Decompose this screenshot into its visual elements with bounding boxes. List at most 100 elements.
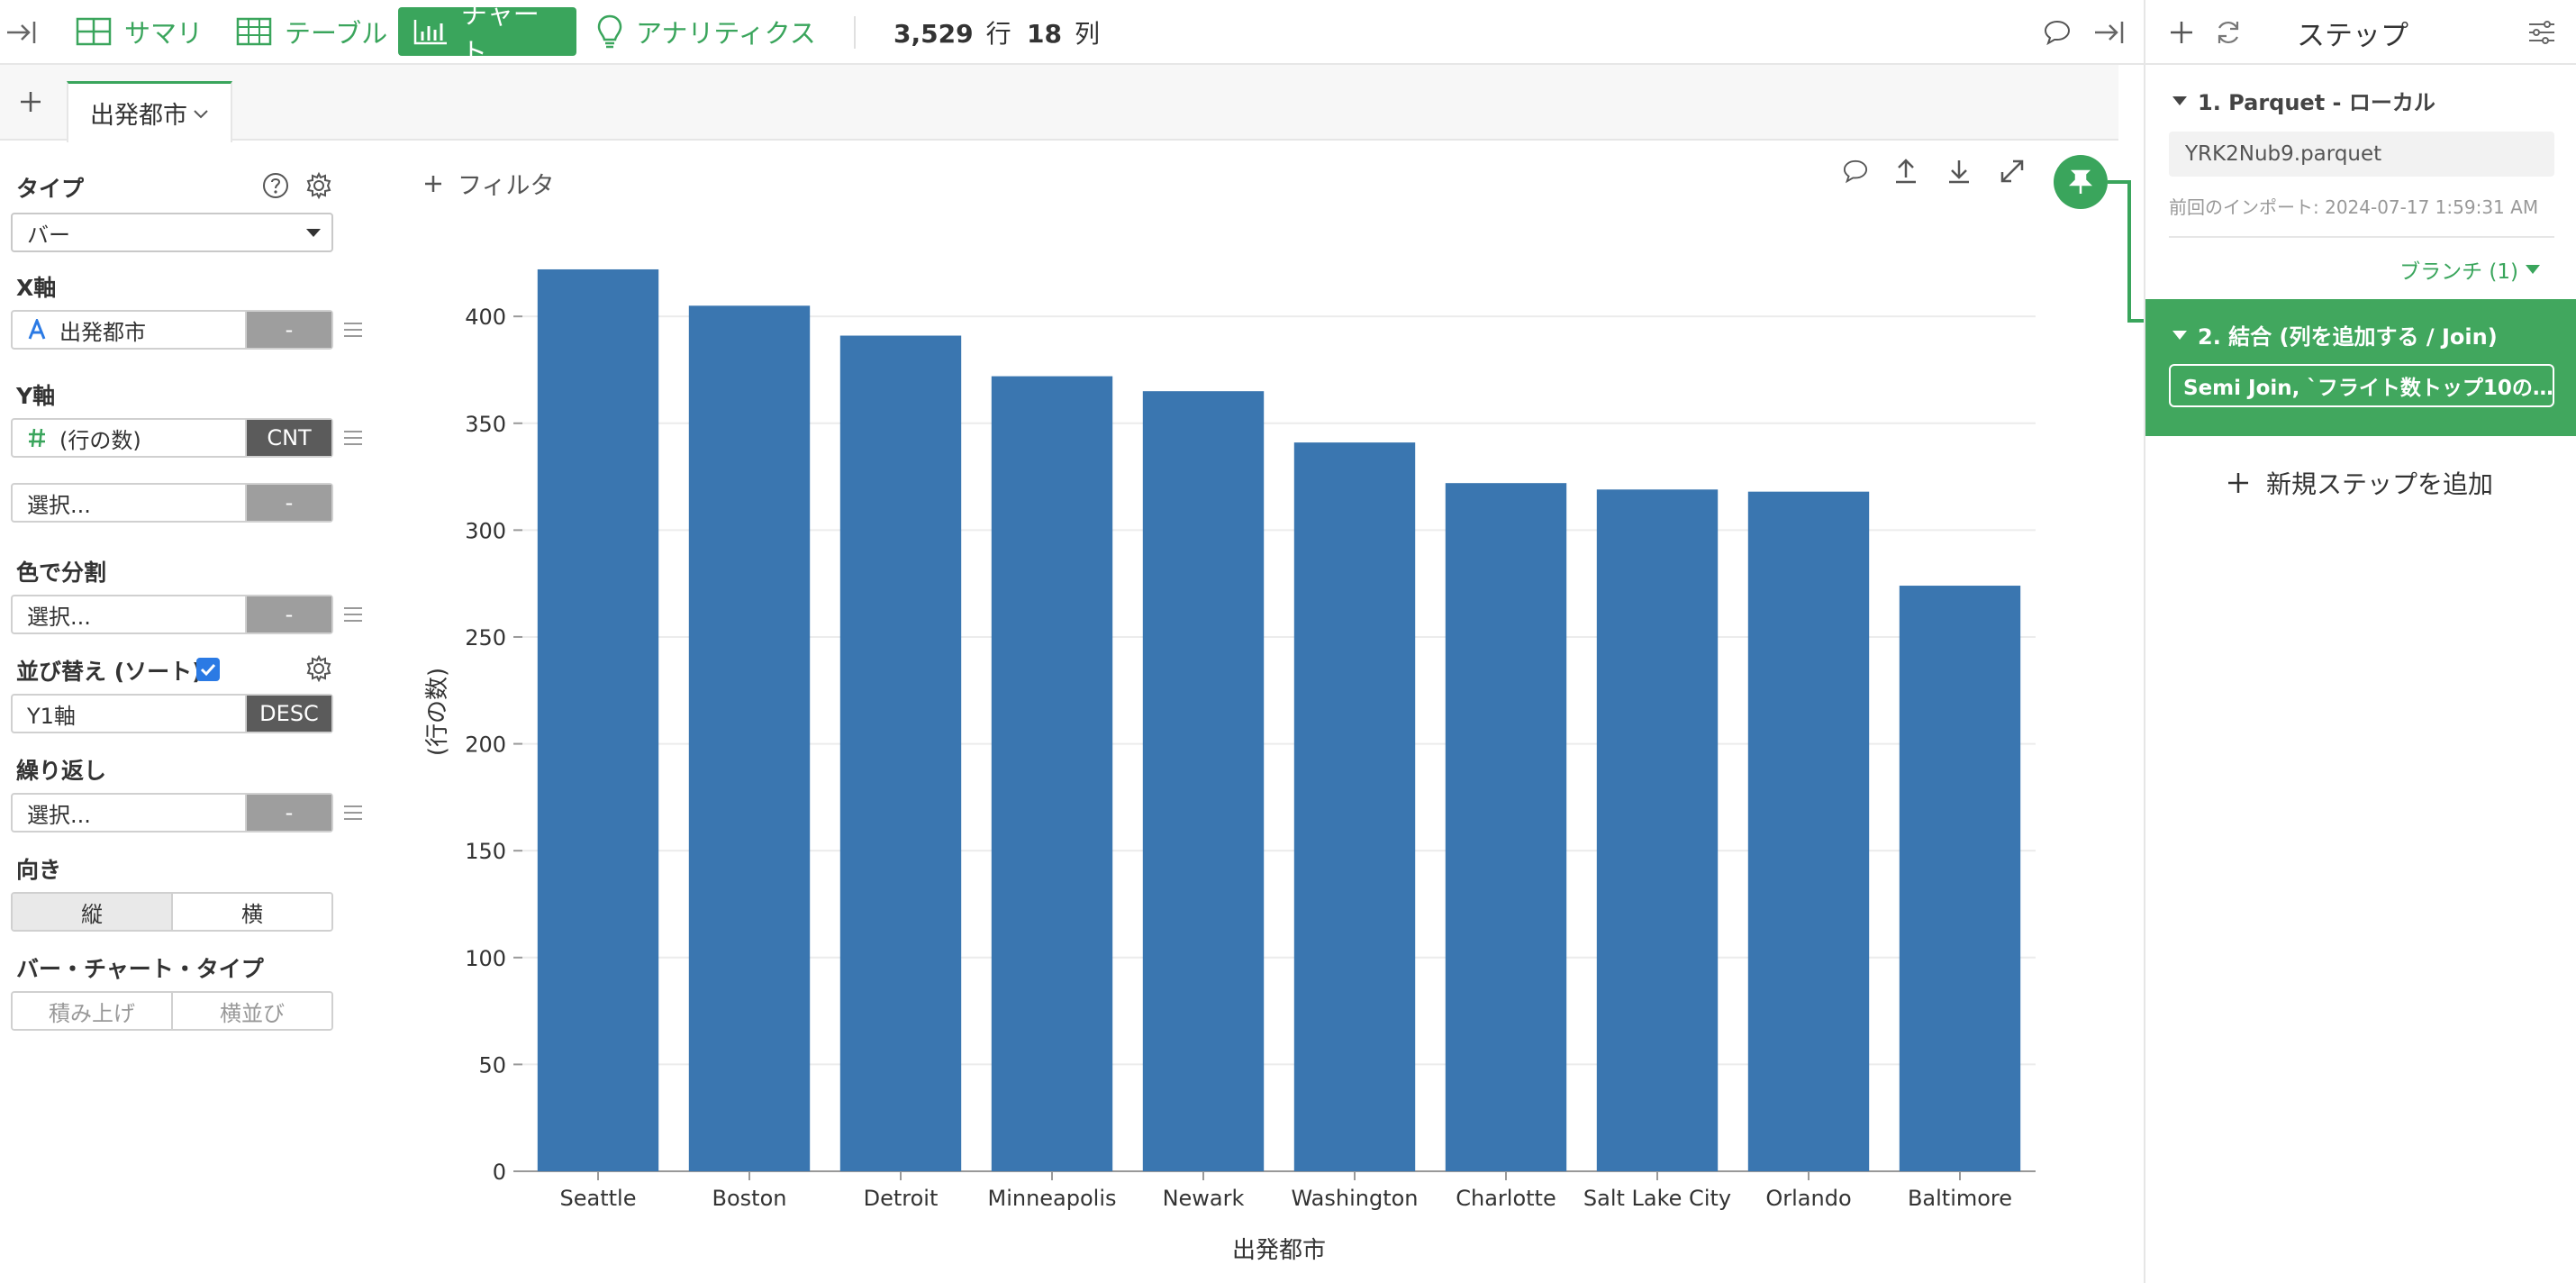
chart-tab-label: 出発都市 xyxy=(90,102,187,130)
tab-chart-label: チャート xyxy=(461,0,540,68)
tab-analytics-label: アナリティクス xyxy=(636,18,816,49)
help-icon[interactable] xyxy=(261,171,290,200)
step-1-header[interactable]: 1. Parquet - ローカル xyxy=(2172,85,2435,116)
download-icon[interactable] xyxy=(1941,153,1977,189)
add-new-step-label: 新規ステップを追加 xyxy=(2266,469,2494,499)
hamburger-icon[interactable] xyxy=(342,804,364,822)
table-icon xyxy=(236,17,272,46)
collapse-left-icon[interactable] xyxy=(4,14,40,50)
column-count: 18 列 xyxy=(1027,14,1100,50)
y-tick-label: 250 xyxy=(465,625,506,651)
hamburger-icon[interactable] xyxy=(342,429,364,447)
comment-icon[interactable] xyxy=(2037,13,2077,52)
x-axis-field[interactable]: 出発都市 - xyxy=(11,310,333,350)
pin-button[interactable] xyxy=(2054,155,2108,209)
x-tick-label: Newark xyxy=(1163,1186,1245,1211)
chart-tab-strip: 出発都市 xyxy=(0,65,2118,142)
x-tick-label: Orlando xyxy=(1765,1186,1851,1211)
tab-summary[interactable]: サマリ xyxy=(61,7,217,56)
branch-dropdown[interactable]: ブランチ (1) xyxy=(2399,254,2540,285)
orientation-toggle: 縦 横 xyxy=(11,892,333,932)
column-count-value: 18 xyxy=(1027,19,1062,49)
x-tick-label: Boston xyxy=(712,1186,787,1211)
bar xyxy=(1899,586,2021,1171)
step-connector xyxy=(2127,180,2131,323)
step-1-title: 1. Parquet - ローカル xyxy=(2198,90,2435,115)
sort-field[interactable]: Y1軸 DESC xyxy=(11,694,333,733)
chart-comment-icon[interactable] xyxy=(1837,153,1873,189)
x-axis-aggregation[interactable]: - xyxy=(245,312,331,348)
refresh-icon[interactable] xyxy=(2210,14,2246,50)
y-tick-label: 400 xyxy=(465,305,506,330)
tab-analytics[interactable]: アナリティクス xyxy=(582,7,830,56)
sort-order-toggle[interactable]: DESC xyxy=(245,696,331,732)
bar-chart-icon xyxy=(413,20,447,45)
tab-summary-label: サマリ xyxy=(124,18,204,49)
expand-icon[interactable] xyxy=(1994,153,2030,189)
gear-icon[interactable] xyxy=(304,171,333,200)
step-connector xyxy=(2127,319,2145,323)
y-tick-label: 50 xyxy=(478,1052,506,1078)
step-2-detail[interactable]: Semi Join, `フライト数トップ10の… xyxy=(2169,364,2554,407)
sort-checkbox[interactable] xyxy=(196,658,220,681)
orientation-label: 向き xyxy=(16,857,62,883)
sort-settings-gear-icon[interactable] xyxy=(304,654,333,683)
y-axis2-field[interactable]: 選択... - xyxy=(11,483,333,523)
add-filter-button[interactable]: フィルタ xyxy=(423,166,554,201)
tab-table[interactable]: テーブル xyxy=(222,7,402,56)
bar xyxy=(537,268,659,1171)
number-type-icon xyxy=(29,428,45,448)
lightbulb-icon xyxy=(597,14,622,49)
orientation-vertical-button[interactable]: 縦 xyxy=(13,894,171,930)
add-step-icon[interactable] xyxy=(2163,14,2200,50)
chart-tab-active[interactable]: 出発都市 xyxy=(67,81,232,142)
y-tick-label: 350 xyxy=(465,412,506,437)
plus-icon xyxy=(425,175,441,192)
orientation-horizontal-button[interactable]: 横 xyxy=(171,894,331,930)
hamburger-icon[interactable] xyxy=(342,605,364,623)
repeat-aggregation[interactable]: - xyxy=(245,795,331,831)
step-2-card[interactable]: 2. 結合 (列を追加する / Join) Semi Join, `フライト数ト… xyxy=(2145,299,2576,436)
row-count-unit: 行 xyxy=(985,19,1011,49)
caret-down-icon xyxy=(306,229,321,237)
bar xyxy=(839,335,962,1172)
tab-table-label: テーブル xyxy=(285,18,388,49)
color-split-aggregation[interactable]: - xyxy=(245,596,331,632)
y-tick-label: 200 xyxy=(465,732,506,758)
add-chart-tab-button[interactable] xyxy=(13,81,49,123)
bar xyxy=(1747,491,1870,1171)
y-axis-aggregation[interactable]: CNT xyxy=(245,420,331,456)
bar xyxy=(1293,442,1416,1171)
tab-chart[interactable]: チャート xyxy=(398,0,576,68)
step-2-header[interactable]: 2. 結合 (列を追加する / Join) xyxy=(2172,319,2498,350)
y-tick-label: 150 xyxy=(465,839,506,864)
bar-type-grouped-button[interactable]: 横並び xyxy=(171,993,331,1029)
upload-icon[interactable] xyxy=(1888,153,1924,189)
bar xyxy=(991,376,1113,1171)
sliders-icon[interactable] xyxy=(2524,14,2560,50)
chart-type-select[interactable]: バー xyxy=(11,213,333,252)
branch-label: ブランチ (1) xyxy=(2399,260,2518,284)
collapse-right-icon[interactable] xyxy=(2090,13,2129,52)
bar-type-label: バー・チャート・タイプ xyxy=(16,956,264,982)
bar-type-stacked-button[interactable]: 積み上げ xyxy=(13,993,171,1029)
step-1-file[interactable]: YRK2Nub9.parquet xyxy=(2169,132,2554,177)
repeat-field[interactable]: 選択... - xyxy=(11,793,333,833)
repeat-label: 繰り返し xyxy=(16,758,107,784)
x-tick-label: Washington xyxy=(1291,1186,1418,1211)
text-type-icon xyxy=(28,319,46,340)
plus-icon xyxy=(21,92,41,112)
color-split-field-value: 選択... xyxy=(27,604,91,630)
add-new-step-button[interactable]: 新規ステップを追加 xyxy=(2227,465,2493,501)
x-tick-label: Salt Lake City xyxy=(1583,1186,1731,1211)
bar xyxy=(1142,391,1265,1171)
x-tick-label: Minneapolis xyxy=(987,1186,1116,1211)
y-tick-label: 100 xyxy=(465,946,506,971)
y-axis-field[interactable]: (行の数) CNT xyxy=(11,418,333,458)
y-tick-label: 0 xyxy=(493,1160,506,1185)
color-split-field[interactable]: 選択... - xyxy=(11,595,333,634)
y-axis2-aggregation[interactable]: - xyxy=(245,485,331,521)
hamburger-icon[interactable] xyxy=(342,321,364,339)
steps-panel: ステップ 1. Parquet - ローカル YRK2Nub9.parquet … xyxy=(2144,0,2576,1283)
y-tick-label: 300 xyxy=(465,518,506,543)
